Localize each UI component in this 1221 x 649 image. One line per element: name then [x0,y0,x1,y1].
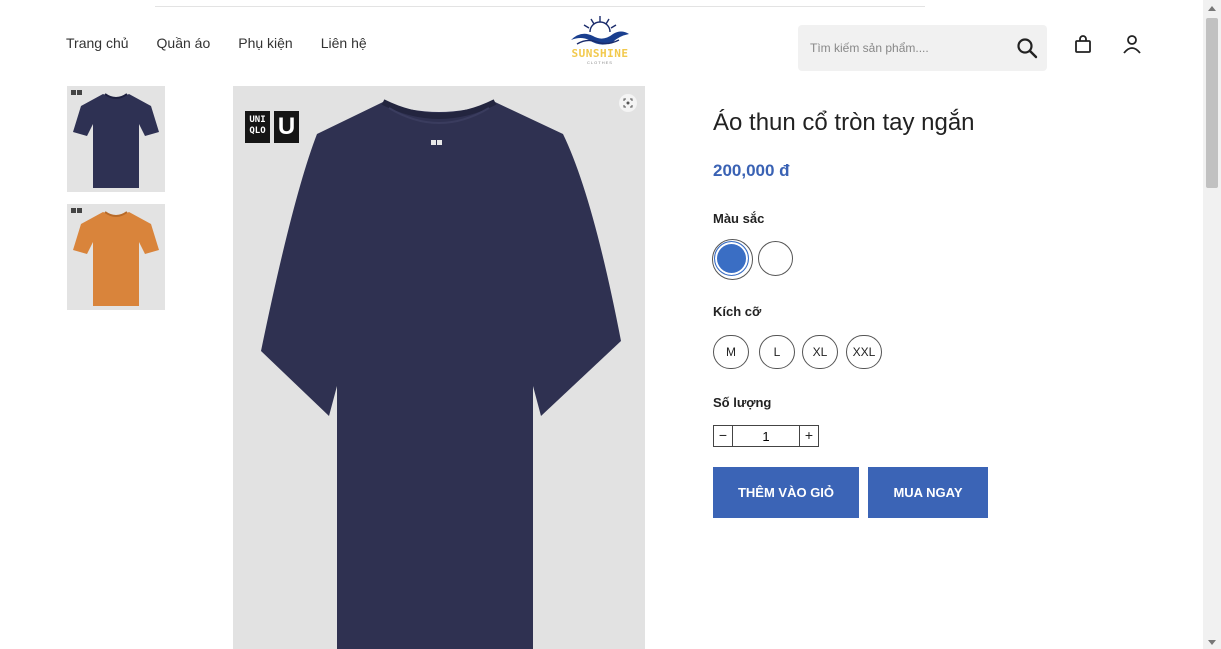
brand-tag-icon [71,90,82,95]
size-option-m[interactable]: M [713,335,749,369]
sun-wave-logo-icon [571,16,629,45]
thumbnail-orange[interactable] [67,204,165,310]
shopping-bag-icon[interactable] [1072,33,1094,55]
add-to-cart-button[interactable]: THÊM VÀO GIỎ [713,467,859,518]
quantity-label: Số lượng [713,395,772,410]
product-price: 200,000 đ [713,161,790,180]
nav-clothes[interactable]: Quần áo [157,34,211,52]
size-option-xl[interactable]: XL [802,335,838,369]
quantity-decrease-button[interactable]: − [713,425,733,447]
tshirt-orange-image [73,211,159,306]
search-box [798,25,1047,71]
thumbnail-navy[interactable] [67,86,165,192]
buy-now-button[interactable]: MUA NGAY [868,467,988,518]
color-label: Màu sắc [713,211,765,226]
scrollbar-thumb[interactable] [1206,18,1218,188]
size-label: Kích cỡ [713,304,762,319]
nav-contact[interactable]: Liên hệ [321,34,367,52]
logo-brand-text: SUNSHINE [571,47,629,60]
page-scrollbar[interactable] [1203,0,1221,649]
site-header: Trang chủ Quần áo Phụ kiện Liên hệ SUNSH… [0,0,1203,80]
site-logo[interactable]: SUNSHINE CLOTHES [561,14,639,68]
size-option-xxl[interactable]: XXL [846,335,882,369]
search-input[interactable] [810,25,1000,71]
user-icon[interactable] [1121,33,1143,55]
search-icon[interactable] [1016,37,1038,59]
logo-sub-text: CLOTHES [587,60,613,65]
zoom-icon[interactable] [619,94,637,112]
scroll-up-icon[interactable] [1208,6,1216,11]
product-title: Áo thun cổ tròn tay ngắn [713,109,975,136]
uniqlo-logo-badge: UNI QLO U [245,111,299,143]
tshirt-main-image [261,99,621,649]
nav-home[interactable]: Trang chủ [66,34,129,52]
scroll-down-icon[interactable] [1208,640,1216,645]
uniqlo-wordmark: UNI QLO [245,111,270,143]
quantity-input[interactable] [733,425,799,447]
main-nav: Trang chủ Quần áo Phụ kiện Liên hệ [66,34,395,52]
color-swatch-white[interactable] [758,241,793,276]
brand-tag-icon [71,208,82,213]
tshirt-navy-image [73,93,159,188]
main-product-image: UNI QLO U [233,86,645,649]
color-swatch-blue[interactable] [712,239,753,280]
nav-accessories[interactable]: Phụ kiện [238,34,292,52]
quantity-increase-button[interactable]: + [799,425,819,447]
size-option-l[interactable]: L [759,335,795,369]
quantity-stepper: − + [713,425,819,447]
uniqlo-u-mark: U [274,111,299,143]
